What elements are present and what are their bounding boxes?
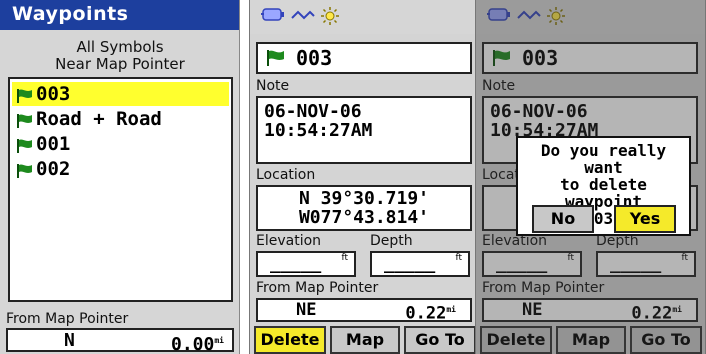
list-item[interactable]: 001 xyxy=(12,132,229,156)
direction-value: N xyxy=(64,330,75,351)
delete-button[interactable]: Delete xyxy=(254,326,326,354)
list-item[interactable]: Road + Road xyxy=(12,107,229,131)
no-button[interactable]: No xyxy=(532,205,594,233)
location-field[interactable]: N 39°30.719' W077°43.814' xyxy=(256,185,472,231)
filter-near-label[interactable]: Near Map Pointer xyxy=(0,55,239,73)
from-map-pointer-field: NE 0.22mi xyxy=(256,298,472,324)
delete-confirm-dialog: Do you really want to delete waypoint 00… xyxy=(516,136,691,236)
from-map-pointer-label: From Map Pointer xyxy=(256,280,379,296)
note-label: Note xyxy=(256,78,290,94)
dialog-line-1: Do you really want xyxy=(540,141,667,177)
note-date: 06-NOV-06 xyxy=(264,101,362,122)
location-label: Location xyxy=(256,167,316,183)
yes-button[interactable]: Yes xyxy=(614,205,676,233)
go-to-button[interactable]: Go To xyxy=(404,326,476,354)
waypoint-list: 003 Road + Road 001 002 xyxy=(8,77,233,302)
distance-value: 0.00mi xyxy=(171,334,224,354)
waypoint-name: 001 xyxy=(36,133,71,155)
depth-unit: ft xyxy=(455,253,462,263)
satellite-signal-icon xyxy=(290,6,316,28)
waypoint-name: 003 xyxy=(296,46,333,70)
waypoints-list-screen: Waypoints All Symbols Near Map Pointer 0… xyxy=(0,0,240,354)
page-title: Waypoints xyxy=(0,0,239,30)
waypoint-detail-screen: 003 Note 06-NOV-06 10:54:27AM Location N… xyxy=(249,0,480,354)
waypoint-name-field[interactable]: 003 xyxy=(256,42,472,74)
list-item[interactable]: 002 xyxy=(12,157,229,181)
list-item[interactable]: 003 xyxy=(12,82,229,106)
longitude-value: W077°43.814' xyxy=(298,207,430,228)
from-map-pointer-field: N 0.00mi xyxy=(6,328,234,354)
backlight-icon xyxy=(320,6,340,30)
flag-icon[interactable] xyxy=(266,49,286,71)
map-button[interactable]: Map xyxy=(330,326,400,354)
depth-label: Depth xyxy=(370,233,413,249)
delete-confirm-screen: 003 Note 06-NOV-06 10:54:27AM Location N… xyxy=(475,0,706,354)
distance-value: 0.22mi xyxy=(405,303,456,324)
note-time: 10:54:27AM xyxy=(264,120,373,141)
battery-icon xyxy=(260,6,286,28)
direction-value: NE xyxy=(296,300,317,320)
waypoint-name: Road + Road xyxy=(36,108,162,130)
depth-value: _____ xyxy=(384,254,436,274)
waypoint-name: 002 xyxy=(36,158,71,180)
elevation-label: Elevation xyxy=(256,233,322,249)
elevation-field[interactable]: _____ ft xyxy=(256,251,356,277)
filter-symbols-label[interactable]: All Symbols xyxy=(0,38,239,56)
note-field[interactable]: 06-NOV-06 10:54:27AM xyxy=(256,96,472,164)
from-map-pointer-label: From Map Pointer xyxy=(6,311,129,327)
waypoint-name: 003 xyxy=(36,83,71,105)
flag-icon xyxy=(16,161,34,185)
elevation-unit: ft xyxy=(341,253,348,263)
depth-field[interactable]: _____ ft xyxy=(370,251,470,277)
status-bar xyxy=(250,0,479,34)
elevation-value: _____ xyxy=(270,254,322,274)
latitude-value: N 39°30.719' xyxy=(298,188,430,209)
